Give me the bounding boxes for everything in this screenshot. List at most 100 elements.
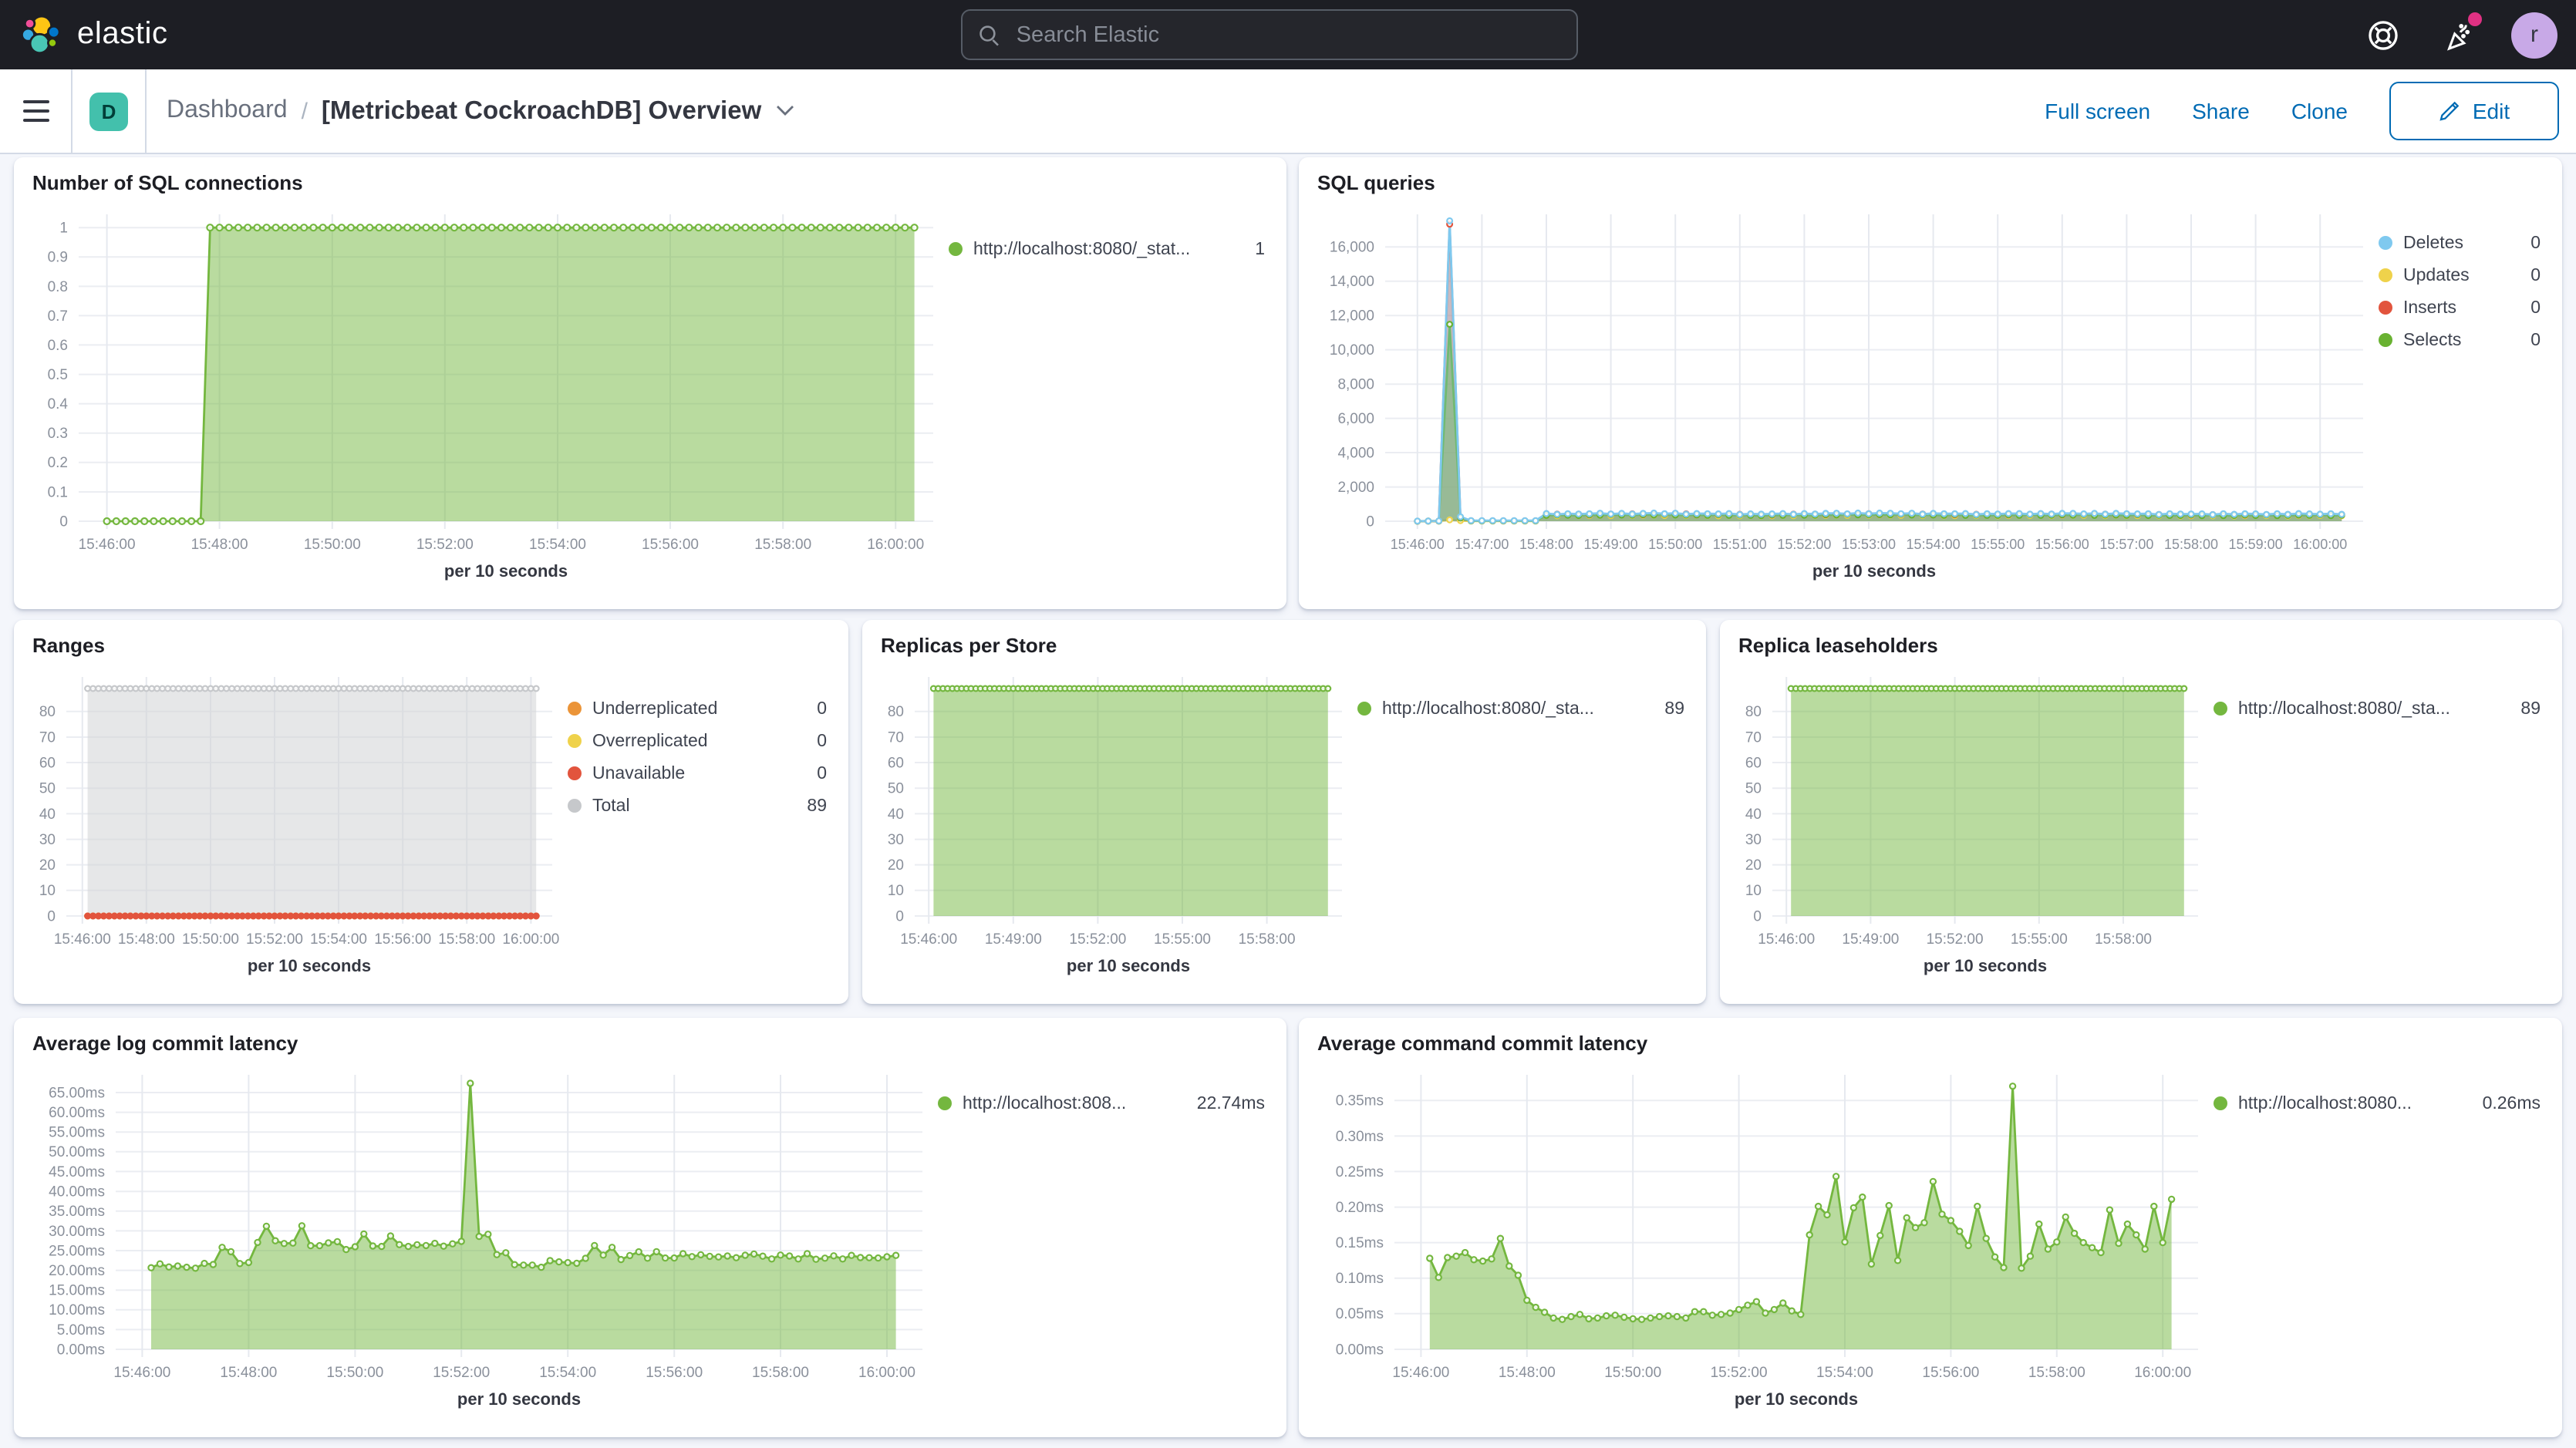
svg-text:15:56:00: 15:56:00 [642, 537, 699, 553]
legend-value: 22.74ms [1197, 1094, 1265, 1113]
svg-text:15:46:00: 15:46:00 [54, 931, 111, 948]
legend-item[interactable]: Inserts0 [2379, 291, 2541, 324]
svg-text:15:46:00: 15:46:00 [113, 1365, 170, 1381]
chart-canvas-avg-command-commit-latency[interactable]: 0.00ms0.05ms0.10ms0.15ms0.20ms0.25ms0.30… [1305, 1056, 2214, 1417]
svg-text:2,000: 2,000 [1337, 480, 1374, 496]
svg-text:15:52:00: 15:52:00 [416, 537, 474, 553]
legend-item[interactable]: Overreplicated0 [568, 725, 827, 757]
share-button[interactable]: Share [2192, 99, 2250, 123]
legend-swatch [2214, 1096, 2227, 1110]
breadcrumb-dashboard[interactable]: Dashboard [167, 97, 288, 125]
legend-item[interactable]: Deletes0 [2379, 227, 2541, 259]
svg-text:80: 80 [888, 704, 904, 720]
legend-label: Selects [2403, 331, 2510, 349]
kibana-app: elastic r [0, 0, 2576, 1448]
panel-avg-command-commit-latency: Average command commit latency0.00ms0.05… [1299, 1018, 2562, 1437]
chart-canvas-sql-connections[interactable]: 00.10.20.30.40.50.60.70.80.9115:46:0015:… [20, 196, 949, 589]
svg-text:0: 0 [1366, 514, 1374, 530]
svg-text:80: 80 [1745, 704, 1762, 720]
legend-label: Underreplicated [592, 699, 797, 718]
chart-canvas-replicas-per-store[interactable]: 0102030405060708015:46:0015:49:0015:52:0… [868, 658, 1357, 984]
legend-label: http://localhost:8080/_sta... [2238, 699, 2500, 718]
svg-text:per 10 seconds: per 10 seconds [1812, 561, 1936, 581]
header-actions: r [2363, 0, 2557, 69]
svg-text:10: 10 [888, 883, 904, 899]
chart-title-sql-connections[interactable]: Number of SQL connections [14, 157, 1286, 196]
legend-item[interactable]: Selects0 [2379, 324, 2541, 356]
legend-item[interactable]: http://localhost:8080/_sta...89 [1357, 692, 1684, 725]
legend-item[interactable]: http://localhost:8080...0.26ms [2214, 1087, 2541, 1120]
legend-label: Unavailable [592, 764, 797, 783]
legend-item[interactable]: Updates0 [2379, 259, 2541, 291]
menu-button[interactable] [0, 69, 71, 153]
legend-swatch [1357, 702, 1371, 716]
legend-value: 0 [2530, 266, 2541, 285]
svg-text:5.00ms: 5.00ms [57, 1322, 105, 1339]
chart-body: 0.00ms0.05ms0.10ms0.15ms0.20ms0.25ms0.30… [1299, 1056, 2562, 1417]
svg-text:15:52:00: 15:52:00 [1777, 537, 1831, 552]
newsfeed-button[interactable] [2437, 15, 2477, 55]
panel-avg-log-commit-latency: Average log commit latency0.00ms5.00ms10… [14, 1018, 1286, 1437]
svg-text:0.10ms: 0.10ms [1336, 1271, 1384, 1287]
svg-text:per 10 seconds: per 10 seconds [248, 956, 371, 975]
edit-button[interactable]: Edit [2389, 82, 2559, 140]
chart-title-replica-leaseholders[interactable]: Replica leaseholders [1720, 620, 2562, 658]
chart-canvas-ranges[interactable]: 0102030405060708015:46:0015:48:0015:50:0… [20, 658, 568, 984]
svg-text:15:54:00: 15:54:00 [539, 1365, 596, 1381]
search-input[interactable] [1013, 21, 1561, 49]
legend-item[interactable]: http://localhost:808...22.74ms [938, 1087, 1265, 1120]
clone-button[interactable]: Clone [2291, 99, 2348, 123]
svg-text:15:46:00: 15:46:00 [79, 537, 136, 553]
legend-item[interactable]: Underreplicated0 [568, 692, 827, 725]
svg-text:15:59:00: 15:59:00 [2229, 537, 2283, 552]
svg-text:40: 40 [1745, 807, 1762, 823]
chart-title-ranges[interactable]: Ranges [14, 620, 848, 658]
svg-text:15:58:00: 15:58:00 [752, 1365, 809, 1381]
legend-item[interactable]: Unavailable0 [568, 757, 827, 790]
svg-text:30: 30 [1745, 832, 1762, 848]
global-search[interactable] [961, 9, 1578, 60]
svg-text:per 10 seconds: per 10 seconds [1067, 956, 1190, 975]
svg-text:0: 0 [895, 908, 904, 924]
elastic-logo-icon [20, 13, 63, 56]
svg-text:15:54:00: 15:54:00 [1907, 537, 1961, 552]
chart-canvas-sql-queries[interactable]: 02,0004,0006,0008,00010,00012,00014,0001… [1305, 196, 2379, 589]
space-badge[interactable]: D [89, 92, 128, 130]
legend-item[interactable]: http://localhost:8080/_stat...1 [949, 233, 1265, 265]
legend-label: Inserts [2403, 298, 2510, 317]
svg-text:15:55:00: 15:55:00 [1154, 931, 1211, 948]
svg-text:15:50:00: 15:50:00 [304, 537, 361, 553]
svg-text:15:56:00: 15:56:00 [1922, 1365, 1979, 1381]
svg-text:15:48:00: 15:48:00 [1519, 537, 1573, 552]
svg-text:15:52:00: 15:52:00 [433, 1365, 490, 1381]
chart-canvas-replica-leaseholders[interactable]: 0102030405060708015:46:0015:49:0015:52:0… [1726, 658, 2214, 984]
user-avatar[interactable]: r [2511, 12, 2557, 58]
legend-item[interactable]: Total89 [568, 790, 827, 822]
chart-title-avg-command-commit-latency[interactable]: Average command commit latency [1299, 1018, 2562, 1056]
legend-sql-connections: http://localhost:8080/_stat...1 [949, 233, 1271, 265]
svg-text:1: 1 [59, 221, 68, 237]
svg-text:20: 20 [888, 857, 904, 874]
svg-text:30: 30 [39, 832, 56, 848]
chart-title-avg-log-commit-latency[interactable]: Average log commit latency [14, 1018, 1286, 1056]
chart-title-replicas-per-store[interactable]: Replicas per Store [862, 620, 1706, 658]
svg-text:6,000: 6,000 [1337, 411, 1374, 427]
panel-sql-connections: Number of SQL connections00.10.20.30.40.… [14, 157, 1286, 609]
page-title[interactable]: [Metricbeat CockroachDB] Overview [322, 96, 794, 126]
svg-text:35.00ms: 35.00ms [49, 1204, 105, 1220]
help-button[interactable] [2363, 15, 2403, 55]
svg-text:25.00ms: 25.00ms [49, 1243, 105, 1259]
svg-text:0.20ms: 0.20ms [1336, 1200, 1384, 1216]
svg-text:15:54:00: 15:54:00 [310, 931, 367, 948]
full-screen-button[interactable]: Full screen [2045, 99, 2150, 123]
legend-label: Total [592, 796, 787, 815]
svg-text:15:50:00: 15:50:00 [182, 931, 239, 948]
chart-title-sql-queries[interactable]: SQL queries [1299, 157, 2562, 196]
svg-text:15:50:00: 15:50:00 [1648, 537, 1702, 552]
svg-text:15:58:00: 15:58:00 [1239, 931, 1296, 948]
legend-item[interactable]: http://localhost:8080/_sta...89 [2214, 692, 2541, 725]
svg-text:16,000: 16,000 [1330, 240, 1374, 256]
elastic-logo[interactable]: elastic [0, 13, 168, 56]
svg-text:40.00ms: 40.00ms [49, 1184, 105, 1200]
chart-canvas-avg-log-commit-latency[interactable]: 0.00ms5.00ms10.00ms15.00ms20.00ms25.00ms… [20, 1056, 938, 1417]
